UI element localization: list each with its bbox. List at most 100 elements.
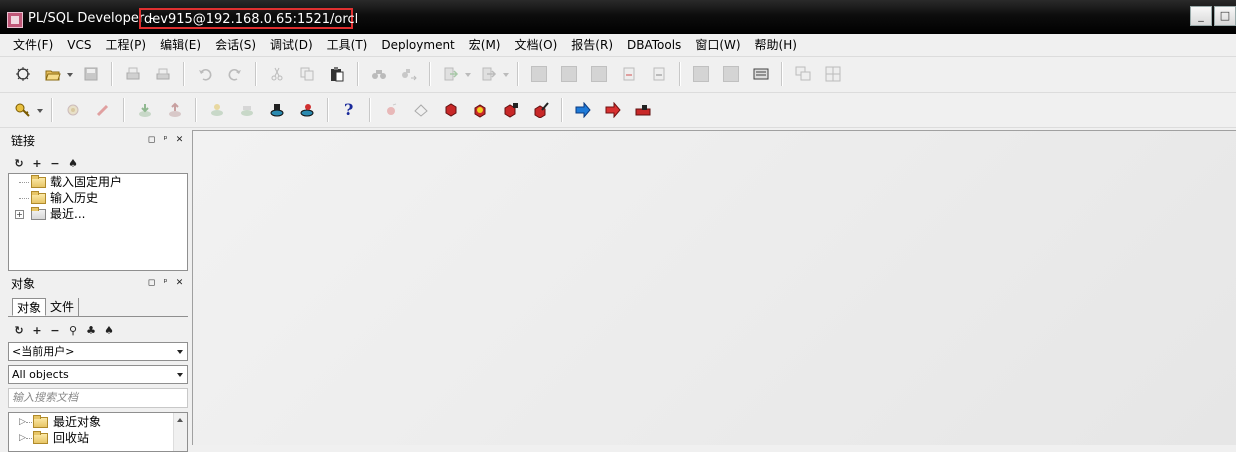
object-yellow-icon[interactable] [468,97,494,123]
folder-icon [33,415,48,428]
new-icon[interactable] [10,61,36,87]
paste-icon[interactable] [324,61,350,87]
user-select[interactable]: <当前用户> [8,342,188,361]
describe-icon[interactable] [718,61,744,87]
logon-key-icon[interactable] [10,97,36,123]
tree-item-label: 最近对象 [53,415,102,429]
expand-arrow-icon[interactable]: ▷ [19,430,26,446]
redo-icon[interactable] [222,61,248,87]
undo-icon[interactable] [192,61,218,87]
bookmark-icon[interactable] [378,97,404,123]
unindent-icon[interactable] [586,61,612,87]
panel-pin-icon[interactable]: ᵖ [160,134,171,146]
tree-item-fixed-users[interactable]: 载入固定用户 [9,174,187,190]
menu-file[interactable]: 文件(F) [6,35,60,55]
logout-icon[interactable] [630,97,656,123]
find-icon[interactable] [366,61,392,87]
indent-icon[interactable] [556,61,582,87]
help-icon[interactable]: ? [336,97,362,123]
object-search-input[interactable]: 输入搜索文档 [8,388,188,408]
panel-pin-icon[interactable]: ᵖ [160,277,171,289]
maximize-button[interactable]: □ [1214,6,1236,26]
panel-float-icon[interactable]: ◻ [146,277,157,289]
print-preview-icon[interactable] [150,61,176,87]
object-red-icon[interactable] [438,97,464,123]
execute-dropdown-icon[interactable] [464,61,472,87]
open-icon[interactable] [40,61,66,87]
toolbar-divider [0,127,1236,128]
refresh-icon[interactable]: ↻ [10,157,28,170]
explain-icon[interactable] [688,61,714,87]
replace-icon[interactable] [396,61,422,87]
menu-window[interactable]: 窗口(W) [688,35,747,55]
execute-icon[interactable] [438,61,464,87]
menu-dbatools[interactable]: DBATools [620,35,688,55]
menu-debug[interactable]: 调试(D) [263,35,320,55]
uppercase-icon[interactable] [616,61,642,87]
open-dropdown-icon[interactable] [66,61,74,87]
cascade-windows-icon[interactable] [820,61,846,87]
menu-vcs[interactable]: VCS [60,35,98,55]
menu-deployment[interactable]: Deployment [374,35,461,55]
remove-icon[interactable]: − [46,157,64,170]
copy-icon[interactable] [294,61,320,87]
forward-arrow-icon[interactable] [570,97,596,123]
find-icon[interactable]: ⚲ [64,324,82,337]
object-edit-icon[interactable] [528,97,554,123]
minimize-button[interactable]: _ [1190,6,1212,26]
save-icon[interactable] [78,61,104,87]
toolbar-separator [561,97,563,122]
properties-icon[interactable]: ♠ [64,157,82,170]
tab-objects[interactable]: 对象 [12,298,47,316]
connections-tree: 载入固定用户 输入历史 + 最近... [8,173,188,271]
menu-tools[interactable]: 工具(T) [320,35,375,55]
tree-item-history[interactable]: 输入历史 [9,190,187,206]
eraser-icon[interactable] [408,97,434,123]
compile-icon[interactable] [234,97,260,123]
menu-help[interactable]: 帮助(H) [748,35,804,55]
tile-windows-icon[interactable] [790,61,816,87]
filter-icon[interactable]: ♣ [82,324,100,337]
tree-item-recycle-bin[interactable]: ▷ 回收站 [9,430,187,446]
break-icon[interactable] [60,97,86,123]
menu-reports[interactable]: 报告(R) [564,35,620,55]
tab-files[interactable]: 文件 [46,298,80,316]
panel-close-icon[interactable]: ✕ [174,277,185,289]
object-filter-select[interactable]: All objects [8,365,188,384]
clear-icon[interactable] [90,97,116,123]
step-icon[interactable] [476,61,502,87]
menu-edit[interactable]: 编辑(E) [153,35,208,55]
back-arrow-icon[interactable] [600,97,626,123]
compare-icon[interactable] [204,97,230,123]
add-icon[interactable]: + [28,157,46,170]
panel-close-icon[interactable]: ✕ [174,134,185,146]
logon-dropdown-icon[interactable] [36,97,44,123]
comment-icon[interactable] [526,61,552,87]
expand-arrow-icon[interactable]: ▷ [19,414,26,430]
remove-icon[interactable]: − [46,324,64,337]
tree-item-recent[interactable]: + 最近... [9,206,187,222]
folder-icon [31,207,46,220]
objects-scrollbar[interactable] [173,413,187,451]
menu-session[interactable]: 会话(S) [208,35,263,55]
step-dropdown-icon[interactable] [502,61,510,87]
properties-icon[interactable]: ♠ [100,324,118,337]
export-icon[interactable] [132,97,158,123]
menu-macro[interactable]: 宏(M) [462,35,508,55]
add-icon[interactable]: + [28,324,46,337]
print-icon[interactable] [120,61,146,87]
run-test-icon[interactable] [264,97,290,123]
tree-item-recent-objects[interactable]: ▷ 最近对象 [9,414,187,430]
menu-documents[interactable]: 文档(O) [507,35,564,55]
menu-project[interactable]: 工程(P) [99,35,154,55]
secondary-toolbar: ? [0,93,1236,126]
expand-icon[interactable]: + [15,210,24,219]
test-script-icon[interactable] [294,97,320,123]
cut-icon[interactable] [264,61,290,87]
import-icon[interactable] [162,97,188,123]
lowercase-icon[interactable] [646,61,672,87]
query-builder-icon[interactable] [748,61,774,87]
panel-float-icon[interactable]: ◻ [146,134,157,146]
refresh-icon[interactable]: ↻ [10,324,28,337]
object-lock-icon[interactable] [498,97,524,123]
